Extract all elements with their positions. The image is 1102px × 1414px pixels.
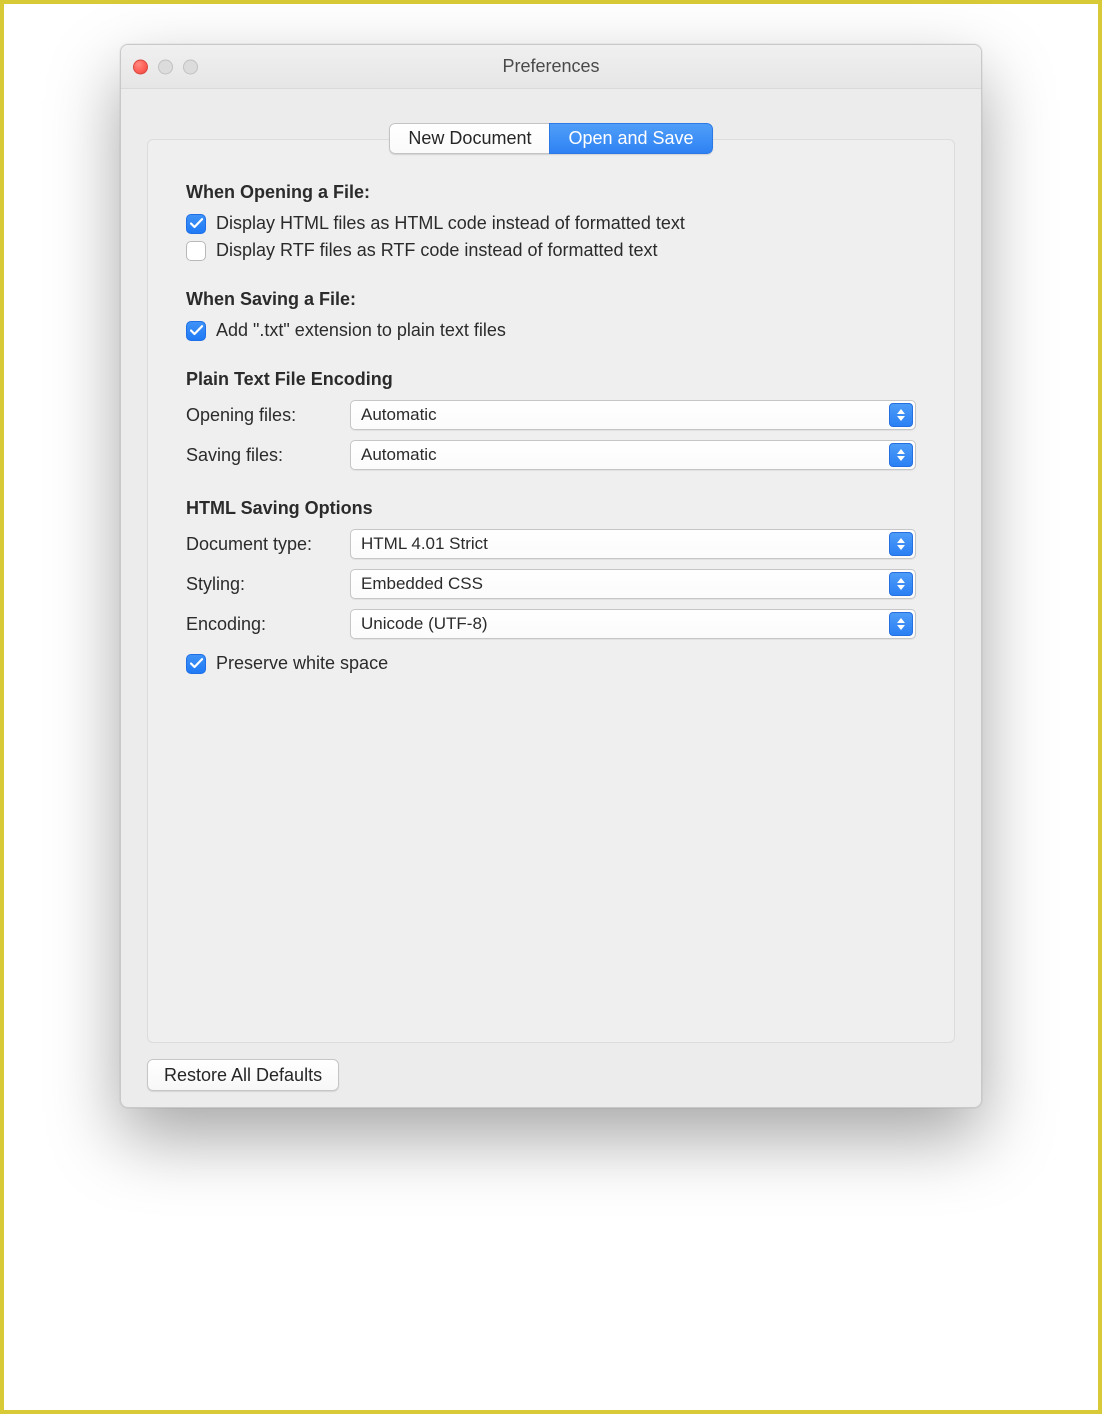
select-value: Embedded CSS [361,574,483,594]
zoom-icon[interactable] [183,59,198,74]
checkbox-label: Add ".txt" extension to plain text files [216,320,506,341]
section-title: HTML Saving Options [186,498,916,519]
checkbox-label: Display RTF files as RTF code instead of… [216,240,658,261]
chevron-up-down-icon [889,403,913,427]
checkbox-row-rtf-as-code[interactable]: Display RTF files as RTF code instead of… [186,240,916,261]
select-value: HTML 4.01 Strict [361,534,488,554]
titlebar: Preferences [121,45,981,89]
tab-new-document[interactable]: New Document [389,123,549,154]
checkmark-icon [190,325,203,336]
section-when-opening: When Opening a File: Display HTML files … [186,182,916,261]
section-title: When Opening a File: [186,182,916,203]
checkbox-rtf-as-code[interactable] [186,241,206,261]
label-styling: Styling: [186,574,336,595]
chevron-up-down-icon [889,443,913,467]
tab-bar: New Document Open and Save [147,123,955,154]
select-value: Automatic [361,445,437,465]
settings-panel: When Opening a File: Display HTML files … [147,139,955,1043]
select-saving-encoding[interactable]: Automatic [350,440,916,470]
label-document-type: Document type: [186,534,336,555]
checkmark-icon [190,218,203,229]
checkbox-preserve-whitespace[interactable] [186,654,206,674]
checkbox-label: Preserve white space [216,653,388,674]
section-when-saving: When Saving a File: Add ".txt" extension… [186,289,916,341]
checkbox-row-preserve-whitespace[interactable]: Preserve white space [186,653,916,674]
checkbox-label: Display HTML files as HTML code instead … [216,213,685,234]
select-document-type[interactable]: HTML 4.01 Strict [350,529,916,559]
select-styling[interactable]: Embedded CSS [350,569,916,599]
restore-defaults-button[interactable]: Restore All Defaults [147,1059,339,1091]
preferences-window: Preferences New Document Open and Save W… [120,44,982,1108]
tab-open-and-save[interactable]: Open and Save [549,123,712,154]
chevron-up-down-icon [889,612,913,636]
chevron-up-down-icon [889,572,913,596]
select-html-encoding[interactable]: Unicode (UTF-8) [350,609,916,639]
window-title: Preferences [502,56,599,77]
select-opening-encoding[interactable]: Automatic [350,400,916,430]
label-encoding: Encoding: [186,614,336,635]
chevron-up-down-icon [889,532,913,556]
window-controls [133,59,198,74]
select-value: Automatic [361,405,437,425]
section-title: When Saving a File: [186,289,916,310]
minimize-icon[interactable] [158,59,173,74]
section-title: Plain Text File Encoding [186,369,916,390]
section-html-saving-options: HTML Saving Options Document type: HTML … [186,498,916,674]
checkbox-row-add-txt-ext[interactable]: Add ".txt" extension to plain text files [186,320,916,341]
checkmark-icon [190,658,203,669]
select-value: Unicode (UTF-8) [361,614,488,634]
label-saving-files: Saving files: [186,445,336,466]
checkbox-add-txt-ext[interactable] [186,321,206,341]
checkbox-html-as-code[interactable] [186,214,206,234]
checkbox-row-html-as-code[interactable]: Display HTML files as HTML code instead … [186,213,916,234]
section-plain-text-encoding: Plain Text File Encoding Opening files: … [186,369,916,470]
label-opening-files: Opening files: [186,405,336,426]
footer: Restore All Defaults [147,1043,955,1091]
close-icon[interactable] [133,59,148,74]
